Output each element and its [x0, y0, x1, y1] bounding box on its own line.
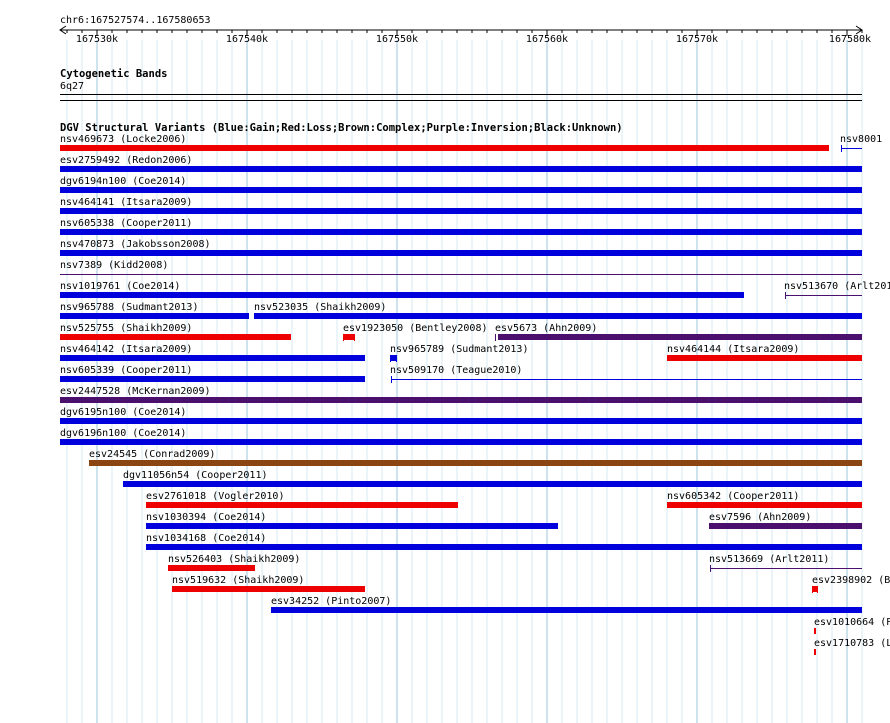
feature-label[interactable]: esv1710783 (L — [814, 638, 890, 649]
feature-bar[interactable] — [271, 607, 862, 613]
feature-label[interactable]: nsv605342 (Cooper2011) — [667, 491, 799, 502]
feature-label[interactable]: esv2759492 (Redon2006) — [60, 155, 192, 166]
feature-bar[interactable] — [254, 313, 862, 319]
feature-bar[interactable] — [60, 376, 365, 382]
feature-bar-cap — [710, 565, 711, 572]
feature-label[interactable]: dgv6194n100 (Coe2014) — [60, 176, 186, 187]
feature-bar[interactable] — [60, 250, 862, 256]
feature-bar[interactable] — [60, 166, 862, 172]
feature-bar[interactable] — [146, 544, 862, 550]
feature-bar[interactable] — [710, 568, 862, 569]
ruler-axis — [59, 25, 863, 36]
track-grid — [66, 40, 863, 723]
cytoband-label: 6q27 — [60, 81, 85, 92]
feature-label[interactable]: nsv523035 (Shaikh2009) — [254, 302, 386, 313]
feature-bar-cap — [391, 376, 392, 383]
feature-label[interactable]: nsv1034168 (Coe2014) — [146, 533, 266, 544]
feature-label[interactable]: dgv11056n54 (Cooper2011) — [123, 470, 268, 481]
feature-bar-cap — [343, 334, 344, 341]
feature-label[interactable]: nsv965789 (Sudmant2013) — [390, 344, 528, 355]
feature-bar[interactable] — [60, 313, 249, 319]
feature-bar-cap — [354, 334, 355, 341]
feature-bar-cap — [812, 586, 813, 593]
ruler-tick-label: 167540k — [225, 34, 269, 45]
feature-bar[interactable] — [60, 208, 862, 214]
feature-bar[interactable] — [168, 565, 255, 571]
feature-label[interactable]: nsv525755 (Shaikh2009) — [60, 323, 192, 334]
feature-label[interactable]: nsv509170 (Teague2010) — [390, 365, 522, 376]
feature-bar[interactable] — [60, 397, 862, 403]
feature-bar-cap — [817, 586, 818, 593]
feature-bar[interactable] — [146, 502, 458, 508]
feature-label[interactable]: esv2398902 (B — [812, 575, 890, 586]
feature-label[interactable]: nsv519632 (Shaikh2009) — [172, 575, 304, 586]
feature-label[interactable]: nsv965788 (Sudmant2013) — [60, 302, 198, 313]
feature-bar[interactable] — [60, 187, 862, 193]
feature-label[interactable]: nsv464141 (Itsara2009) — [60, 197, 192, 208]
feature-bar[interactable] — [60, 274, 862, 275]
feature-label[interactable]: nsv464144 (Itsara2009) — [667, 344, 799, 355]
feature-bar[interactable] — [60, 145, 829, 151]
feature-label[interactable]: nsv1030394 (Coe2014) — [146, 512, 266, 523]
ruler-tick-label: 167580k — [828, 34, 872, 45]
feature-bar[interactable] — [667, 502, 862, 508]
feature-bar[interactable] — [814, 649, 816, 655]
feature-bar-cap — [785, 292, 786, 299]
feature-bar-cap — [390, 355, 391, 362]
feature-bar[interactable] — [785, 295, 862, 296]
feature-bar[interactable] — [172, 586, 365, 592]
feature-bar[interactable] — [391, 379, 862, 380]
feature-bar-cap — [841, 145, 842, 152]
feature-label[interactable]: nsv8001 — [840, 134, 882, 145]
feature-bar[interactable] — [60, 355, 365, 361]
feature-label[interactable]: nsv464142 (Itsara2009) — [60, 344, 192, 355]
feature-label[interactable]: nsv7389 (Kidd2008) — [60, 260, 168, 271]
feature-label[interactable]: esv1923050 (Bentley2008) — [343, 323, 488, 334]
cytoband-track-title[interactable]: Cytogenetic Bands — [60, 68, 167, 80]
ruler-tick-label: 167530k — [75, 34, 119, 45]
feature-bar[interactable] — [89, 460, 862, 466]
feature-bar[interactable] — [841, 148, 862, 149]
feature-label[interactable]: esv2761018 (Vogler2010) — [146, 491, 284, 502]
feature-bar[interactable] — [60, 334, 291, 340]
feature-bar-cap — [396, 355, 397, 362]
feature-label[interactable]: esv34252 (Pinto2007) — [271, 596, 391, 607]
feature-bar[interactable] — [667, 355, 862, 361]
feature-bar[interactable] — [60, 229, 862, 235]
feature-label[interactable]: esv2447528 (McKernan2009) — [60, 386, 211, 397]
cytoband-divider — [60, 94, 862, 95]
feature-label[interactable]: nsv513670 (Arlt201 — [784, 281, 890, 292]
ruler-tick-label: 167570k — [675, 34, 719, 45]
ruler-tick-label: 167560k — [525, 34, 569, 45]
feature-bar[interactable] — [498, 334, 862, 340]
feature-label[interactable]: dgv6196n100 (Coe2014) — [60, 428, 186, 439]
feature-bar[interactable] — [60, 292, 744, 298]
feature-label[interactable]: nsv526403 (Shaikh2009) — [168, 554, 300, 565]
feature-label[interactable]: nsv470873 (Jakobsson2008) — [60, 239, 211, 250]
feature-bar[interactable] — [814, 628, 816, 634]
feature-label[interactable]: nsv605339 (Cooper2011) — [60, 365, 192, 376]
feature-label[interactable]: esv24545 (Conrad2009) — [89, 449, 215, 460]
dgv-track-title[interactable]: DGV Structural Variants (Blue:Gain;Red:L… — [60, 122, 623, 134]
feature-label[interactable]: nsv605338 (Cooper2011) — [60, 218, 192, 229]
feature-bar[interactable] — [146, 523, 558, 529]
feature-bar-cap — [495, 334, 496, 341]
feature-label[interactable]: nsv513669 (Arlt2011) — [709, 554, 829, 565]
feature-bar[interactable] — [60, 439, 862, 445]
feature-bar[interactable] — [123, 481, 862, 487]
feature-label[interactable]: nsv1019761 (Coe2014) — [60, 281, 180, 292]
feature-label[interactable]: esv5673 (Ahn2009) — [495, 323, 597, 334]
feature-bar[interactable] — [709, 523, 862, 529]
feature-label[interactable]: nsv469673 (Locke2006) — [60, 134, 186, 145]
ruler-tick-label: 167550k — [375, 34, 419, 45]
cytoband-divider — [60, 100, 862, 101]
feature-label[interactable]: esv1010664 (P — [814, 617, 890, 628]
feature-label[interactable]: esv7596 (Ahn2009) — [709, 512, 811, 523]
feature-label[interactable]: dgv6195n100 (Coe2014) — [60, 407, 186, 418]
feature-bar[interactable] — [60, 418, 862, 424]
